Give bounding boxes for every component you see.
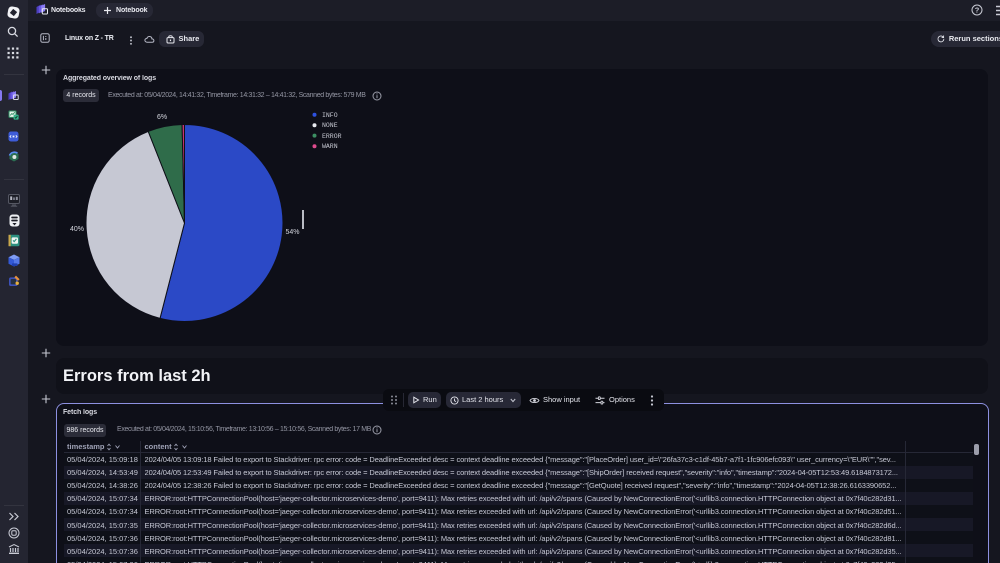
svg-text:?: ? bbox=[975, 6, 980, 15]
